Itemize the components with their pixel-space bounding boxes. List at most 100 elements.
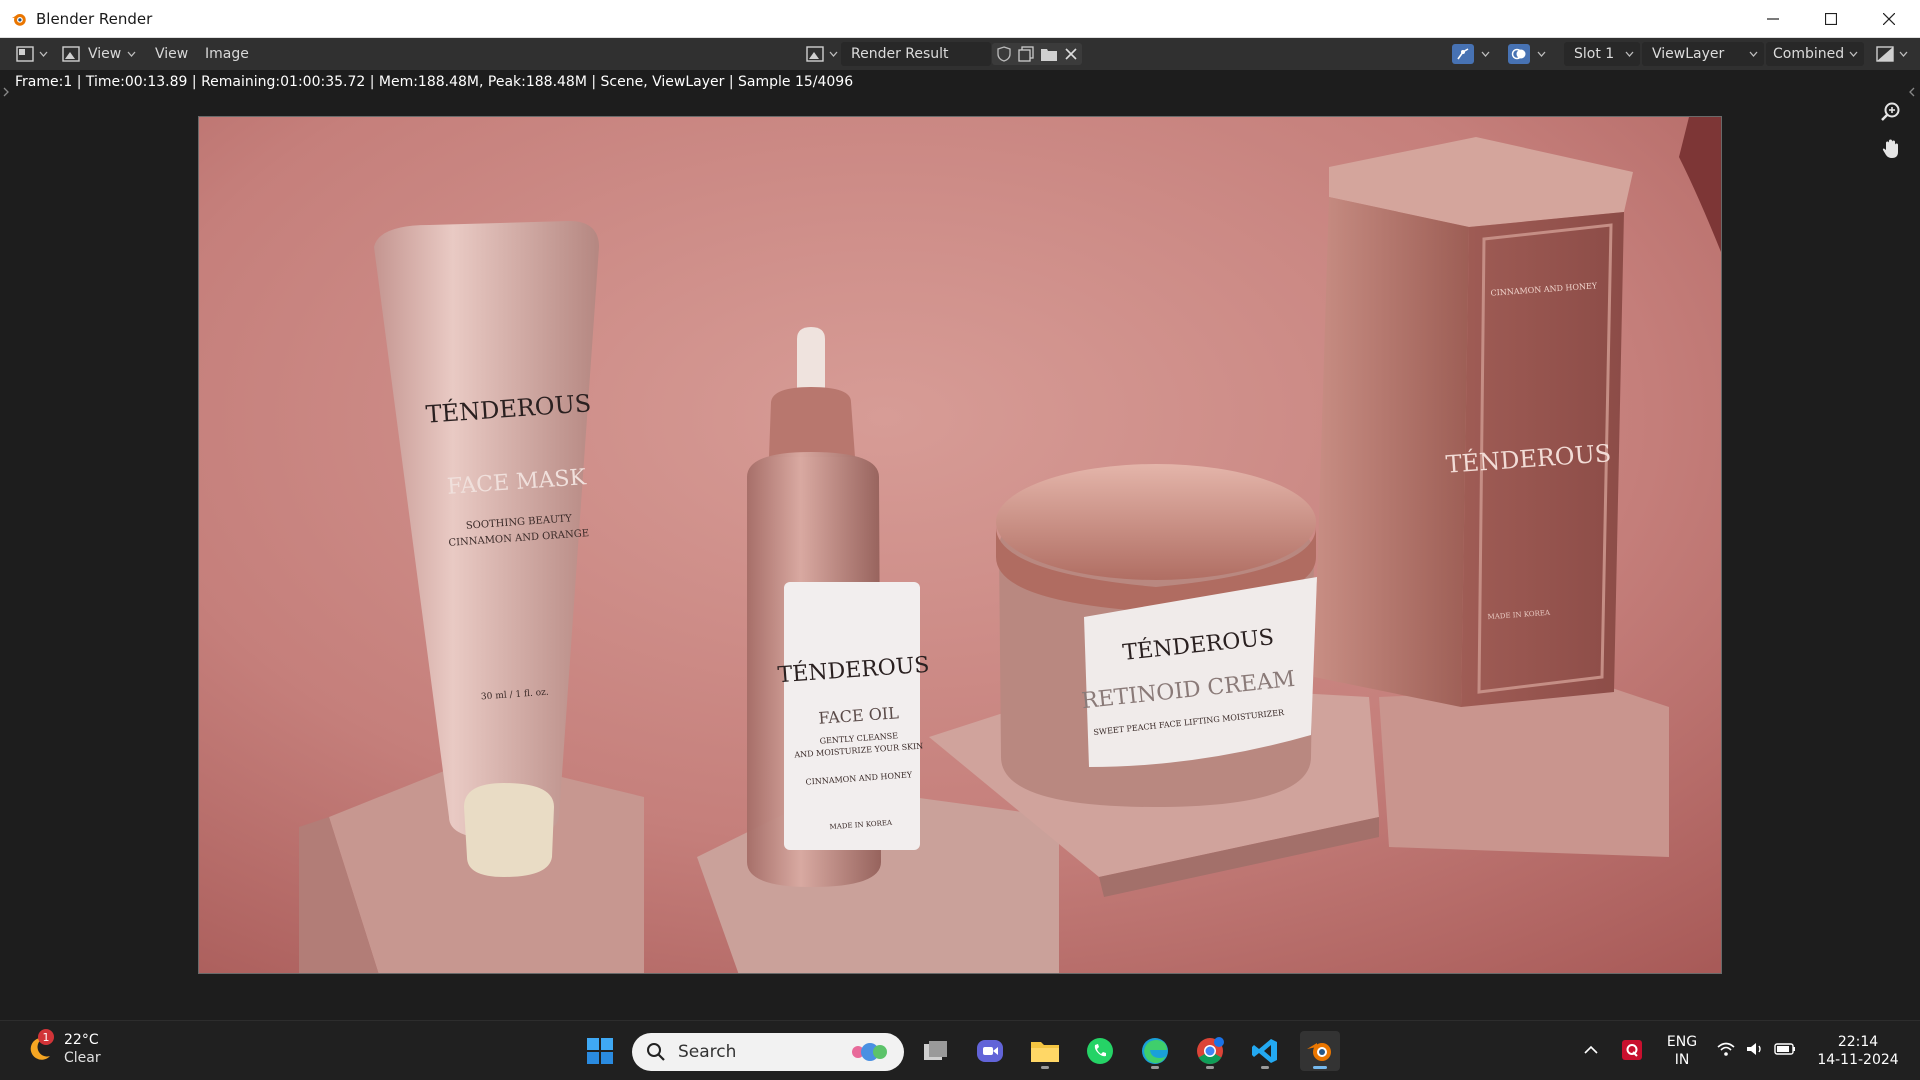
sidebar-expand-arrow-icon[interactable] bbox=[1908, 86, 1916, 98]
maximize-icon bbox=[1825, 13, 1837, 25]
chrome-button[interactable] bbox=[1190, 1031, 1230, 1071]
display-channels-dropdown[interactable] bbox=[1874, 43, 1908, 65]
view-icon bbox=[60, 44, 82, 64]
browse-image-dropdown[interactable] bbox=[804, 43, 838, 65]
clock-time: 22:14 bbox=[1837, 1034, 1879, 1050]
language-line-1: ENG bbox=[1666, 1034, 1698, 1050]
chevron-up-icon[interactable] bbox=[1584, 1045, 1598, 1055]
windows-logo-icon bbox=[587, 1038, 613, 1064]
meet-video-icon bbox=[977, 1040, 1003, 1062]
start-button[interactable] bbox=[580, 1031, 620, 1071]
vscode-icon bbox=[1252, 1039, 1277, 1063]
chevron-down-icon bbox=[39, 51, 48, 57]
chevron-down-icon bbox=[1537, 51, 1546, 57]
weather-widget[interactable]: 1 22°C Clear bbox=[24, 1029, 101, 1067]
whatsapp-button[interactable] bbox=[1080, 1031, 1120, 1071]
running-indicator bbox=[1313, 1066, 1327, 1069]
window-title: Blender Render bbox=[36, 9, 153, 28]
task-view-icon bbox=[924, 1041, 947, 1060]
running-indicator bbox=[1206, 1066, 1214, 1069]
chevron-down-icon bbox=[1849, 51, 1858, 57]
image-editor-icon bbox=[14, 44, 36, 64]
teams-meet-button[interactable] bbox=[970, 1031, 1010, 1071]
overlay-icon bbox=[1508, 44, 1530, 64]
image-actions bbox=[992, 43, 1082, 65]
title-bar: Blender Render bbox=[0, 0, 1920, 38]
running-indicator bbox=[1041, 1066, 1049, 1069]
view-layer-dropdown[interactable]: ViewLayer bbox=[1642, 42, 1764, 66]
render-pass-dropdown[interactable]: Combined bbox=[1766, 42, 1864, 66]
search-placeholder: Search bbox=[678, 1042, 737, 1062]
search-highlight-icon bbox=[852, 1043, 887, 1061]
clock[interactable]: 22:14 14-11-2024 bbox=[1808, 1033, 1908, 1069]
taskbar-search-box[interactable]: Search bbox=[632, 1033, 904, 1071]
image-editor-header: View View Image Render Result Slot 1 Vie… bbox=[0, 38, 1920, 70]
image-viewport[interactable]: TÉNDEROUS FACE MASK SOOTHING BEAUTY CINN… bbox=[0, 87, 1920, 1020]
close-button[interactable] bbox=[1860, 0, 1918, 38]
language-indicator[interactable]: ENG IN bbox=[1662, 1033, 1702, 1069]
blender-taskbar-button[interactable] bbox=[1300, 1031, 1340, 1071]
overlay-toggle[interactable] bbox=[1508, 43, 1546, 65]
view-mode-dropdown[interactable]: View bbox=[60, 43, 136, 65]
file-explorer-button[interactable] bbox=[1025, 1031, 1065, 1071]
menu-view[interactable]: View bbox=[155, 43, 188, 65]
unlink-x-icon[interactable] bbox=[1064, 47, 1078, 61]
render-stats-bar: Frame:1 | Time:00:13.89 | Remaining:01:0… bbox=[0, 70, 1920, 96]
chrome-icon bbox=[1197, 1037, 1224, 1065]
whatsapp-icon bbox=[1087, 1038, 1113, 1064]
vscode-button[interactable] bbox=[1245, 1031, 1285, 1071]
image-icon bbox=[804, 44, 826, 64]
display-channels-icon bbox=[1874, 44, 1896, 64]
weather-temp: 22°C bbox=[64, 1032, 99, 1048]
volume-icon bbox=[1747, 1043, 1761, 1055]
view-layer-label: ViewLayer bbox=[1652, 46, 1725, 62]
chevron-down-icon bbox=[1749, 51, 1758, 57]
gizmo-icon bbox=[1452, 44, 1474, 64]
edge-browser-button[interactable] bbox=[1135, 1031, 1175, 1071]
chevron-down-icon bbox=[829, 51, 838, 57]
weather-condition: Clear bbox=[64, 1050, 101, 1066]
blender-icon bbox=[1307, 1043, 1331, 1061]
clock-date: 14-11-2024 bbox=[1817, 1052, 1899, 1068]
blender-logo-icon bbox=[11, 13, 26, 26]
duplicate-image-icon[interactable] bbox=[1018, 46, 1034, 62]
system-tray-status[interactable] bbox=[1716, 1041, 1796, 1057]
zoom-tool[interactable] bbox=[1876, 96, 1906, 126]
minimize-button[interactable] bbox=[1744, 0, 1802, 38]
close-icon bbox=[1883, 13, 1895, 25]
gizmo-toggle[interactable] bbox=[1452, 43, 1490, 65]
open-folder-icon[interactable] bbox=[1040, 46, 1058, 62]
hand-pan-icon bbox=[1882, 139, 1898, 158]
fake-user-shield-icon[interactable] bbox=[996, 46, 1012, 62]
render-result-image: TÉNDEROUS FACE MASK SOOTHING BEAUTY CINN… bbox=[198, 116, 1722, 974]
weather-badge: 1 bbox=[38, 1029, 54, 1045]
pan-tool[interactable] bbox=[1876, 134, 1906, 164]
chevron-down-icon bbox=[1481, 51, 1490, 57]
product-render-scene: TÉNDEROUS FACE MASK SOOTHING BEAUTY CINN… bbox=[199, 117, 1721, 973]
search-icon bbox=[647, 1043, 665, 1061]
maximize-button[interactable] bbox=[1802, 0, 1860, 38]
quick-heal-tray-icon[interactable] bbox=[1622, 1040, 1642, 1060]
q-letter-icon bbox=[1626, 1044, 1638, 1057]
slot-dropdown[interactable]: Slot 1 bbox=[1564, 42, 1640, 66]
image-name-field[interactable]: Render Result bbox=[841, 42, 991, 66]
view-mode-label: View bbox=[88, 46, 122, 62]
wifi-icon bbox=[1717, 1042, 1735, 1056]
editor-type-dropdown[interactable] bbox=[14, 43, 48, 65]
chevron-down-icon bbox=[1625, 51, 1634, 57]
task-view-button[interactable] bbox=[916, 1031, 956, 1071]
render-stats-text: Frame:1 | Time:00:13.89 | Remaining:01:0… bbox=[15, 74, 854, 90]
edge-icon bbox=[1142, 1038, 1168, 1064]
language-line-2: IN bbox=[1674, 1052, 1690, 1068]
running-indicator bbox=[1261, 1066, 1269, 1069]
slot-label: Slot 1 bbox=[1574, 46, 1615, 62]
folder-icon bbox=[1031, 1042, 1059, 1062]
render-pass-label: Combined bbox=[1773, 46, 1845, 62]
zoom-magnifier-icon bbox=[1881, 102, 1900, 121]
menu-image[interactable]: Image bbox=[205, 43, 249, 65]
chevron-down-icon bbox=[127, 51, 136, 57]
toolbar-expand-arrow-icon[interactable] bbox=[2, 86, 10, 98]
minimize-icon bbox=[1767, 18, 1779, 20]
chevron-down-icon bbox=[1899, 51, 1908, 57]
battery-icon bbox=[1774, 1043, 1795, 1055]
